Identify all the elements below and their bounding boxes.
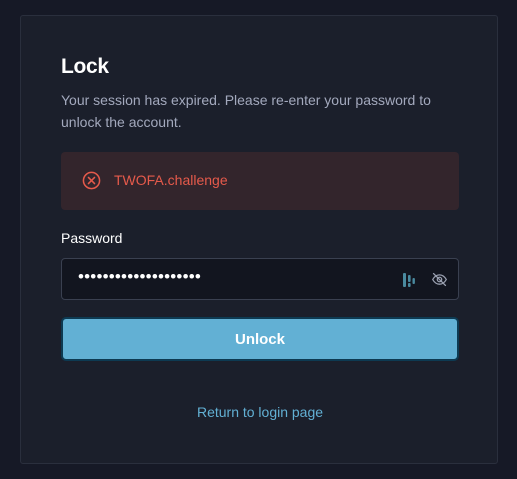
- error-circle-x-icon: [82, 171, 101, 190]
- error-alert: TWOFA.challenge: [61, 152, 459, 210]
- eye-off-icon[interactable]: [431, 271, 448, 288]
- password-input[interactable]: ••••••••••••••••••••: [61, 258, 459, 300]
- password-masked-value[interactable]: ••••••••••••••••••••: [78, 267, 378, 287]
- return-to-login-link[interactable]: Return to login page: [21, 404, 499, 420]
- error-message: TWOFA.challenge: [114, 172, 228, 188]
- session-expired-message: Your session has expired. Please re-ente…: [61, 92, 431, 130]
- password-manager-icon[interactable]: [402, 272, 416, 288]
- page-title: Lock: [61, 55, 109, 78]
- unlock-button[interactable]: Unlock: [61, 317, 459, 361]
- password-label: Password: [61, 230, 123, 246]
- lock-card: Lock Your session has expired. Please re…: [20, 15, 498, 464]
